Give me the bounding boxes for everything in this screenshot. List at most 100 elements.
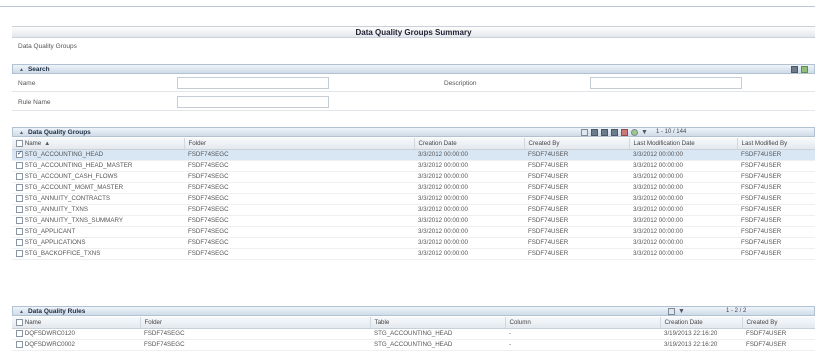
column-header-created-by[interactable]: Created By xyxy=(524,138,630,150)
table-cell: FSDF74USER xyxy=(737,237,815,249)
filter-icon[interactable]: ▼ xyxy=(678,307,685,316)
search-section-header[interactable]: ▲ Search xyxy=(12,64,815,74)
row-checkbox[interactable] xyxy=(16,340,23,348)
column-header-name[interactable]: Name xyxy=(12,317,141,329)
search-go-icon[interactable] xyxy=(791,66,798,73)
row-checkbox[interactable] xyxy=(16,194,23,202)
table-cell: FSDF74USER xyxy=(524,204,629,216)
table-row[interactable]: STG_BACKOFFICE_TXNS FSDF74SEGC 3/3/2012 00… xyxy=(12,248,815,260)
column-header-last-modification-date[interactable]: Last Modification Date xyxy=(629,138,738,150)
table-cell: FSDF74SEGC xyxy=(140,339,370,351)
table-header-row: Name ▲ Folder Creation Date Created By La… xyxy=(12,138,815,150)
row-name-cell: STG_APPLICANT xyxy=(12,226,184,238)
table-cell: 3/3/2012 00:00:00 xyxy=(629,171,737,183)
table-cell: FSDF74SEGC xyxy=(184,182,414,194)
rule-name-input[interactable] xyxy=(177,96,329,108)
table-cell: FSDF74USER xyxy=(737,215,815,227)
table-cell: 3/3/2012 00:00:00 xyxy=(629,237,737,249)
filter-icon[interactable]: ▼ xyxy=(641,128,648,137)
row-checkbox[interactable] xyxy=(16,329,23,337)
row-checkbox[interactable] xyxy=(16,238,23,246)
row-checkbox[interactable] xyxy=(16,161,23,169)
column-header-column[interactable]: Column xyxy=(505,317,661,329)
table-cell: FSDF74USER xyxy=(737,182,815,194)
search-row-name: Name Description xyxy=(12,75,815,92)
description-input[interactable] xyxy=(590,77,742,89)
copy-icon[interactable] xyxy=(611,129,618,136)
row-name-cell: STG_ANNUITY_TXNS_SUMMARY xyxy=(12,215,184,227)
table-row[interactable]: STG_APPLICANT FSDF74SEGC 3/3/2012 00:00:00… xyxy=(12,226,815,238)
column-header-creation-date[interactable]: Creation Date xyxy=(660,317,743,329)
table-cell: FSDF74USER xyxy=(524,182,629,194)
column-header-table[interactable]: Table xyxy=(370,317,506,329)
row-name: STG_ACCOUNT_CASH_FLOWS xyxy=(24,173,118,181)
table-cell: FSDF74USER xyxy=(524,160,629,172)
column-header-created-by[interactable]: Created By xyxy=(742,317,815,329)
row-checkbox[interactable] xyxy=(16,183,23,191)
table-cell: FSDF74USER xyxy=(524,149,629,161)
row-name-cell: STG_ACCOUNT_CASH_FLOWS xyxy=(12,171,184,183)
table-cell: FSDF74SEGC xyxy=(184,204,414,216)
table-cell: 3/3/2012 00:00:00 xyxy=(629,182,737,194)
name-input[interactable] xyxy=(177,77,329,89)
row-name-cell: STG_ANNUITY_TXNS xyxy=(12,204,184,216)
table-row[interactable]: STG_ACCOUNTING_HEAD_MASTER FSDF74SEGC 3/3/… xyxy=(12,160,815,172)
select-all-checkbox[interactable] xyxy=(16,318,23,326)
row-checkbox[interactable] xyxy=(16,216,23,224)
table-row[interactable]: STG_ACCOUNT_MGMT_MASTER FSDF74SEGC 3/3/201… xyxy=(12,182,815,194)
table-row[interactable]: DQFSDWRC0120 FSDF74SEGC STG_ACCOUNTING_HEA… xyxy=(12,328,815,340)
table-cell: 3/3/2012 00:00:00 xyxy=(414,193,524,205)
rules-toolbar: ▼ 1 - 2 / 2 xyxy=(668,307,746,316)
table-cell: - xyxy=(505,328,660,340)
table-row[interactable]: STG_ACCOUNT_CASH_FLOWS FSDF74SEGC 3/3/2012… xyxy=(12,171,815,183)
table-row[interactable]: STG_ACCOUNTING_HEADFSDF74SEGC3/3/2012 00… xyxy=(12,149,815,161)
collapse-caret-icon[interactable]: ▲ xyxy=(19,66,24,75)
table-row[interactable]: DQFSDWRC0002 FSDF74SEGC STG_ACCOUNTING_HEA… xyxy=(12,339,815,351)
table-cell: 3/3/2012 00:00:00 xyxy=(414,171,524,183)
table-cell: FSDF74USER xyxy=(737,204,815,216)
collapse-caret-icon[interactable]: ▲ xyxy=(19,308,24,317)
row-name: STG_ANNUITY_TXNS_SUMMARY xyxy=(24,217,123,225)
row-name-cell: STG_BACKOFFICE_TXNS xyxy=(12,248,184,260)
column-header-creation-date[interactable]: Creation Date xyxy=(414,138,525,150)
delete-icon[interactable] xyxy=(621,129,628,136)
table-cell: 3/19/2013 22:16:20 xyxy=(660,339,742,351)
table-cell: FSDF74SEGC xyxy=(184,149,414,161)
reset-icon[interactable] xyxy=(801,66,808,73)
run-icon[interactable] xyxy=(631,129,638,136)
edit-icon[interactable] xyxy=(601,129,608,136)
add-icon[interactable] xyxy=(581,129,588,136)
table-row[interactable]: STG_APPLICATIONS FSDF74SEGC 3/3/2012 00:00… xyxy=(12,237,815,249)
row-name-cell: STG_ACCOUNTING_HEAD xyxy=(12,149,184,161)
table-cell: 3/3/2012 00:00:00 xyxy=(414,237,524,249)
row-name: DQFSDWRC0120 xyxy=(24,330,75,338)
column-header-name[interactable]: Name ▲ xyxy=(12,138,185,150)
select-all-checkbox[interactable] xyxy=(16,139,23,147)
rules-section-header[interactable]: ▲ Data Quality Rules ▼ 1 - 2 / 2 xyxy=(12,306,815,316)
search-row-rule: Rule Name xyxy=(12,94,815,111)
column-header-folder[interactable]: Folder xyxy=(184,138,415,150)
table-cell: 3/3/2012 00:00:00 xyxy=(414,149,524,161)
collapse-caret-icon[interactable]: ▲ xyxy=(19,129,24,138)
row-name-cell: DQFSDWRC0002 xyxy=(12,339,140,351)
row-checkbox[interactable] xyxy=(16,172,23,180)
column-header-last-modified-by[interactable]: Last Modified By xyxy=(737,138,815,150)
table-cell: FSDF74USER xyxy=(737,171,815,183)
rule-name-label: Rule Name xyxy=(18,99,51,106)
row-checkbox[interactable] xyxy=(16,249,23,257)
row-checkbox[interactable] xyxy=(16,227,23,235)
column-header-folder[interactable]: Folder xyxy=(140,317,371,329)
table-cell: FSDF74USER xyxy=(524,237,629,249)
table-cell: FSDF74SEGC xyxy=(184,226,414,238)
table-row[interactable]: STG_ANNUITY_TXNS FSDF74SEGC 3/3/2012 00:00… xyxy=(12,204,815,216)
table-cell: 3/3/2012 00:00:00 xyxy=(629,149,737,161)
row-checkbox[interactable] xyxy=(16,149,23,158)
add-icon[interactable] xyxy=(668,308,675,315)
groups-section-header[interactable]: ▲ Data Quality Groups ▼ 1 - 10 / 144 xyxy=(12,127,815,137)
row-checkbox[interactable] xyxy=(16,205,23,213)
table-row[interactable]: STG_ANNUITY_CONTRACTS FSDF74SEGC 3/3/2012 … xyxy=(12,193,815,205)
groups-header-label: Data Quality Groups xyxy=(27,129,91,136)
groups-table: Name ▲ Folder Creation Date Created By La… xyxy=(12,138,815,260)
view-icon[interactable] xyxy=(591,129,598,136)
table-row[interactable]: STG_ANNUITY_TXNS_SUMMARY FSDF74SEGC 3/3/20… xyxy=(12,215,815,227)
